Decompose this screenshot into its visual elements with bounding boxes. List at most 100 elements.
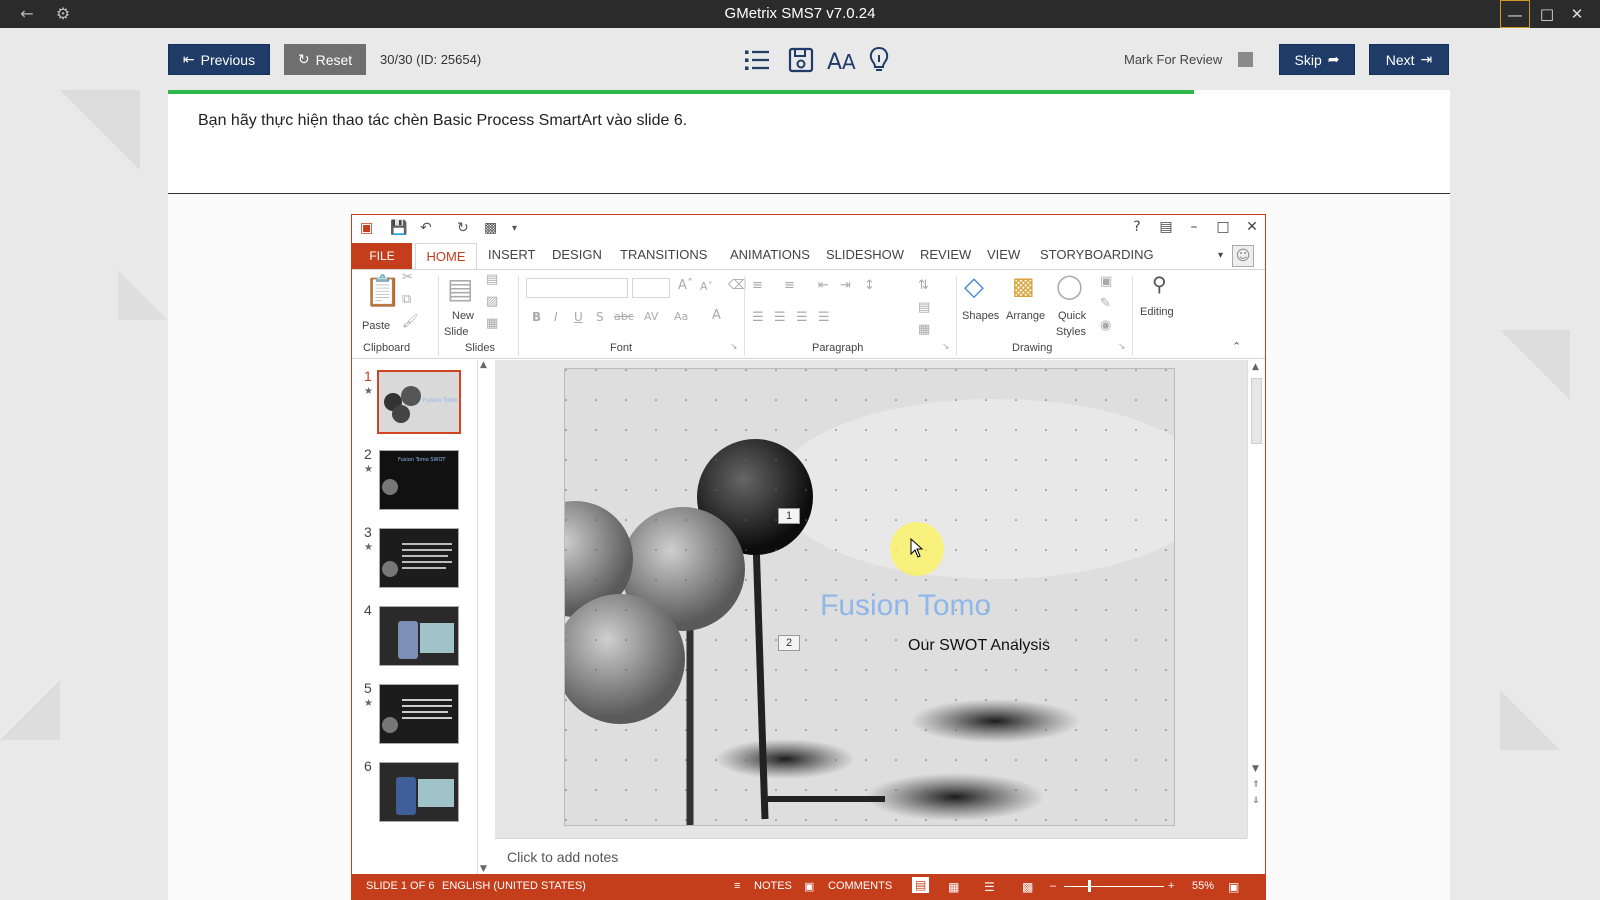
slide-thumbnail-3[interactable] (379, 528, 459, 588)
editing-label[interactable]: Editing (1140, 306, 1174, 318)
save-icon[interactable] (786, 45, 816, 75)
tab-view[interactable]: VIEW (987, 247, 1020, 262)
slide-thumbnail-4[interactable] (379, 606, 459, 666)
mark-for-review-checkbox[interactable] (1238, 52, 1253, 67)
zoom-level[interactable]: 55% (1192, 880, 1214, 892)
ppt-close-button[interactable]: ✕ (1242, 219, 1262, 235)
slideshow-view-icon[interactable]: ▩ (1022, 880, 1033, 894)
editor-scrollbar[interactable]: ▲ ▼ ⇑ ⇓ (1247, 360, 1265, 838)
scroll-up-icon[interactable]: ▲ (1252, 362, 1259, 372)
font-name-field[interactable] (526, 278, 628, 298)
font-size-field[interactable] (632, 278, 670, 298)
fit-to-window-icon[interactable]: ▣ (1228, 880, 1239, 894)
tab-review[interactable]: REVIEW (920, 247, 971, 262)
normal-view-icon[interactable]: ▤ (912, 877, 930, 893)
tab-animations[interactable]: ANIMATIONS (730, 247, 810, 262)
slide-subtitle[interactable]: Our SWOT Analysis (908, 637, 1050, 655)
tab-storyboarding[interactable]: STORYBOARDING (1040, 247, 1154, 262)
previous-slide-icon[interactable]: ⇑ (1252, 780, 1260, 790)
font-color-icon[interactable]: A (712, 308, 721, 323)
close-button[interactable]: ✕ (1562, 0, 1592, 28)
account-avatar[interactable]: ☺ (1232, 245, 1254, 267)
binoculars-icon[interactable]: ⚲ (1152, 272, 1167, 296)
placeholder-number-1[interactable]: 1 (778, 508, 800, 524)
notes-pane[interactable]: Click to add notes (495, 838, 1247, 874)
smartart-convert-icon[interactable]: ▦ (918, 322, 930, 337)
copy-icon[interactable]: ⧉ (402, 292, 411, 307)
text-direction-icon[interactable]: ⇅ (918, 278, 929, 293)
arrange-label[interactable]: Arrange (1006, 310, 1045, 322)
font-dialog-launcher-icon[interactable]: ↘ (730, 342, 738, 352)
section-icon[interactable]: ▦ (486, 316, 498, 331)
shape-fill-icon[interactable]: ▣ (1100, 274, 1112, 289)
undo-icon[interactable]: ↶ (420, 220, 432, 236)
skip-button[interactable]: Skip ➦ (1279, 44, 1355, 75)
tab-transitions[interactable]: TRANSITIONS (620, 247, 707, 262)
new-slide-icon[interactable]: ▤ (447, 272, 473, 305)
layout-icon[interactable]: ▤ (486, 272, 498, 287)
collapse-ribbon-icon[interactable]: ⌃ (1232, 340, 1241, 353)
strikethrough-icon[interactable]: abc (614, 310, 634, 323)
shadow-icon[interactable]: S (596, 310, 604, 324)
new-slide-label-2[interactable]: Slide (444, 326, 468, 338)
reset-button[interactable]: ↻ Reset (284, 44, 366, 75)
slide-canvas[interactable]: 1 2 Fusion Tomo Our SWOT Analysis (564, 368, 1175, 826)
presentation-icon[interactable]: ▩ (484, 220, 497, 236)
notes-icon[interactable]: ≡ (734, 880, 740, 892)
shapes-icon[interactable]: ◇ (964, 272, 984, 302)
shape-effects-icon[interactable]: ◉ (1100, 318, 1111, 333)
grow-font-icon[interactable]: Aˆ (678, 278, 693, 293)
maximize-button[interactable]: □ (1532, 0, 1562, 28)
slide-title[interactable]: Fusion Tomo (820, 589, 991, 623)
change-case-icon[interactable]: Aa (674, 310, 688, 323)
reading-view-icon[interactable]: ☰ (984, 880, 995, 894)
drawing-dialog-launcher-icon[interactable]: ↘ (1118, 342, 1126, 352)
reset-slide-icon[interactable]: ▨ (486, 294, 498, 309)
save-small-icon[interactable]: 💾 (390, 220, 407, 236)
comments-status-button[interactable]: COMMENTS (828, 880, 892, 892)
align-text-icon[interactable]: ▤ (918, 300, 930, 315)
quick-styles-label-2[interactable]: Styles (1056, 326, 1086, 338)
zoom-slider-thumb[interactable] (1088, 880, 1091, 892)
minimize-button[interactable]: — (1500, 0, 1530, 28)
zoom-out-icon[interactable]: – (1050, 880, 1056, 892)
qat-dropdown-icon[interactable]: ▾ (512, 223, 517, 234)
zoom-in-icon[interactable]: + (1168, 880, 1174, 892)
shape-outline-icon[interactable]: ✎ (1100, 296, 1111, 311)
zoom-slider[interactable] (1064, 880, 1164, 892)
next-slide-icon[interactable]: ⇓ (1252, 796, 1260, 806)
shrink-font-icon[interactable]: Aˇ (700, 280, 713, 293)
align-left-icon[interactable]: ☰ (752, 310, 764, 325)
notes-status-button[interactable]: NOTES (754, 880, 792, 892)
language-status[interactable]: ENGLISH (UNITED STATES) (442, 880, 586, 892)
scroll-thumb[interactable] (1251, 378, 1262, 444)
paste-icon[interactable]: 📋 (364, 274, 401, 309)
scroll-down-icon[interactable]: ▼ (1252, 764, 1259, 774)
tab-slideshow[interactable]: SLIDESHOW (826, 247, 904, 262)
tab-design[interactable]: DESIGN (552, 247, 602, 262)
tab-insert[interactable]: INSERT (488, 247, 535, 262)
increase-indent-icon[interactable]: ⇥ (840, 278, 851, 293)
quick-styles-label-1[interactable]: Quick (1058, 310, 1086, 322)
underline-icon[interactable]: U (574, 310, 583, 324)
account-dropdown-icon[interactable]: ▾ (1218, 250, 1223, 261)
bullets-icon[interactable]: ≡ (752, 278, 763, 293)
align-center-icon[interactable]: ☰ (774, 310, 786, 325)
slide-thumbnail-2[interactable]: Fusion Tomo SWOT (379, 450, 459, 510)
tab-home[interactable]: HOME (415, 243, 477, 270)
ppt-minimize-button[interactable]: – (1184, 219, 1204, 235)
slide-thumbnail-5[interactable] (379, 684, 459, 744)
bold-icon[interactable]: B (532, 310, 541, 324)
paragraph-dialog-launcher-icon[interactable]: ↘ (942, 342, 950, 352)
justify-icon[interactable]: ☰ (818, 310, 830, 325)
font-size-icon[interactable]: A A (826, 45, 860, 75)
paste-label[interactable]: Paste (362, 320, 390, 332)
italic-icon[interactable]: I (554, 310, 558, 324)
decrease-indent-icon[interactable]: ⇤ (818, 278, 829, 293)
scroll-down-icon[interactable]: ▼ (480, 864, 487, 874)
numbering-icon[interactable]: ≡ (784, 278, 795, 293)
thumbnail-scrollbar[interactable]: ▲ ▼ (477, 360, 491, 874)
redo-icon[interactable]: ↻ (457, 220, 469, 236)
new-slide-label-1[interactable]: New (452, 310, 474, 322)
line-spacing-icon[interactable]: ↕ (864, 278, 875, 293)
